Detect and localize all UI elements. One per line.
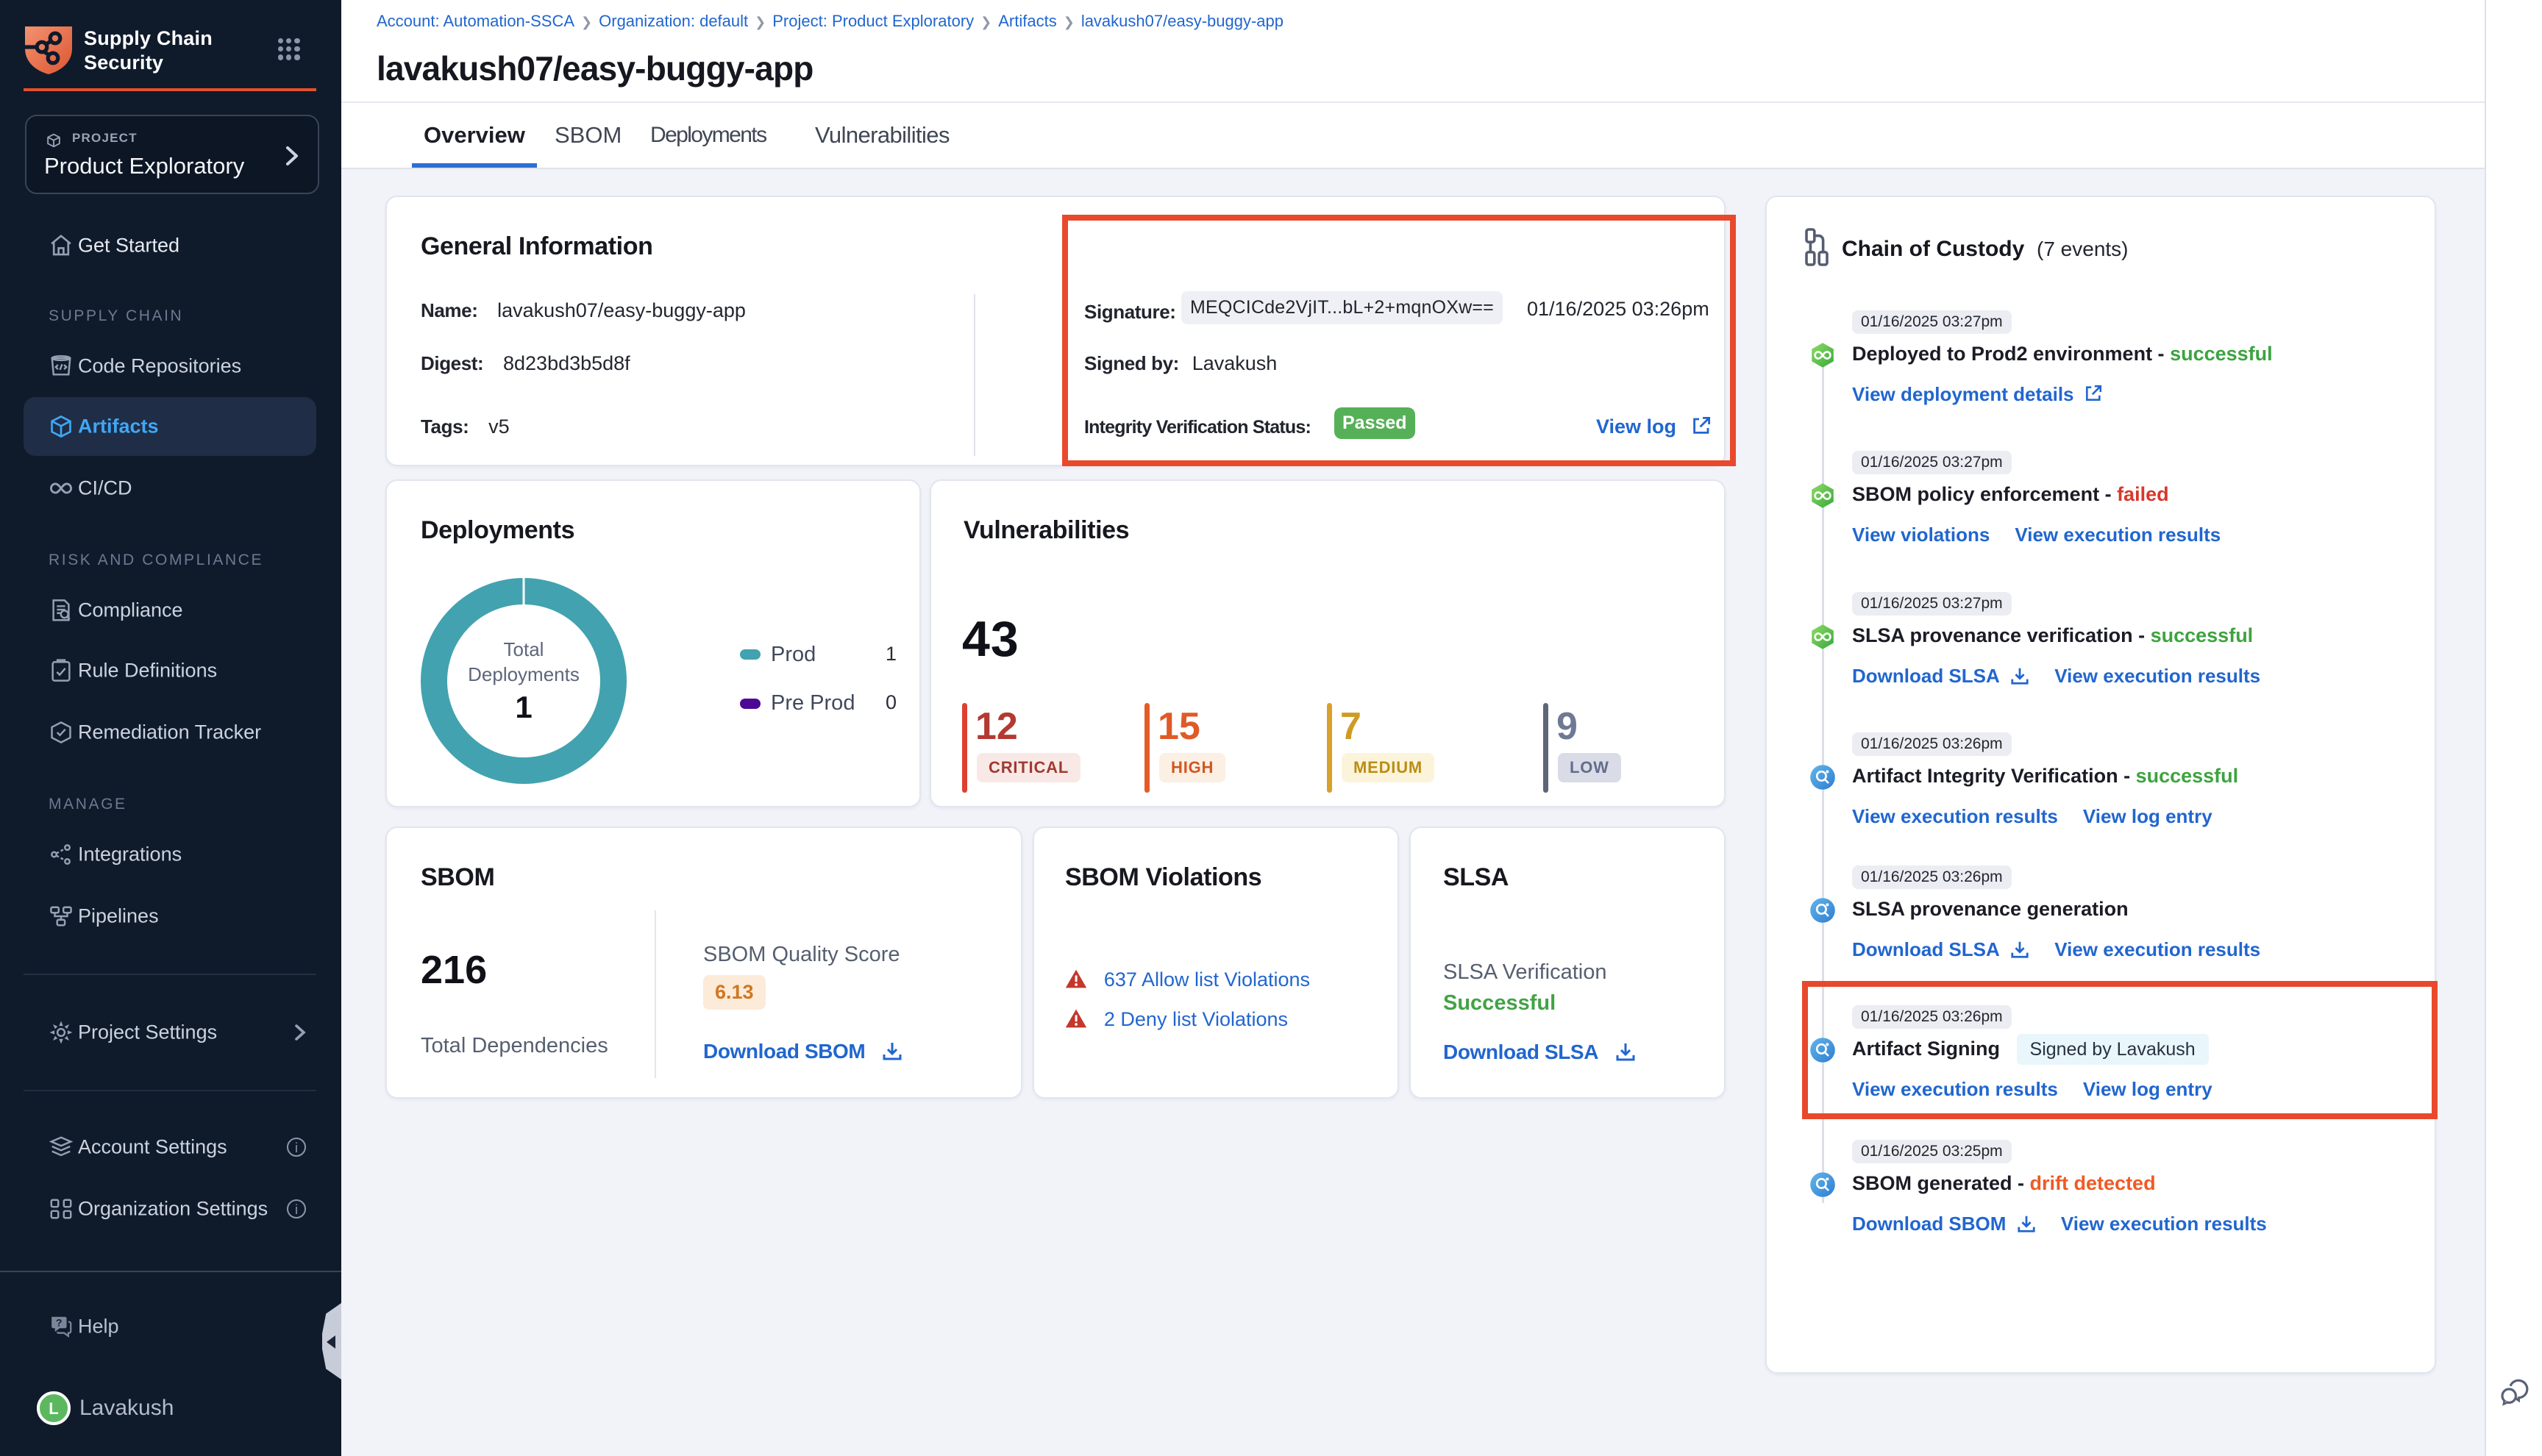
svg-text:?: ? [56,1318,63,1330]
